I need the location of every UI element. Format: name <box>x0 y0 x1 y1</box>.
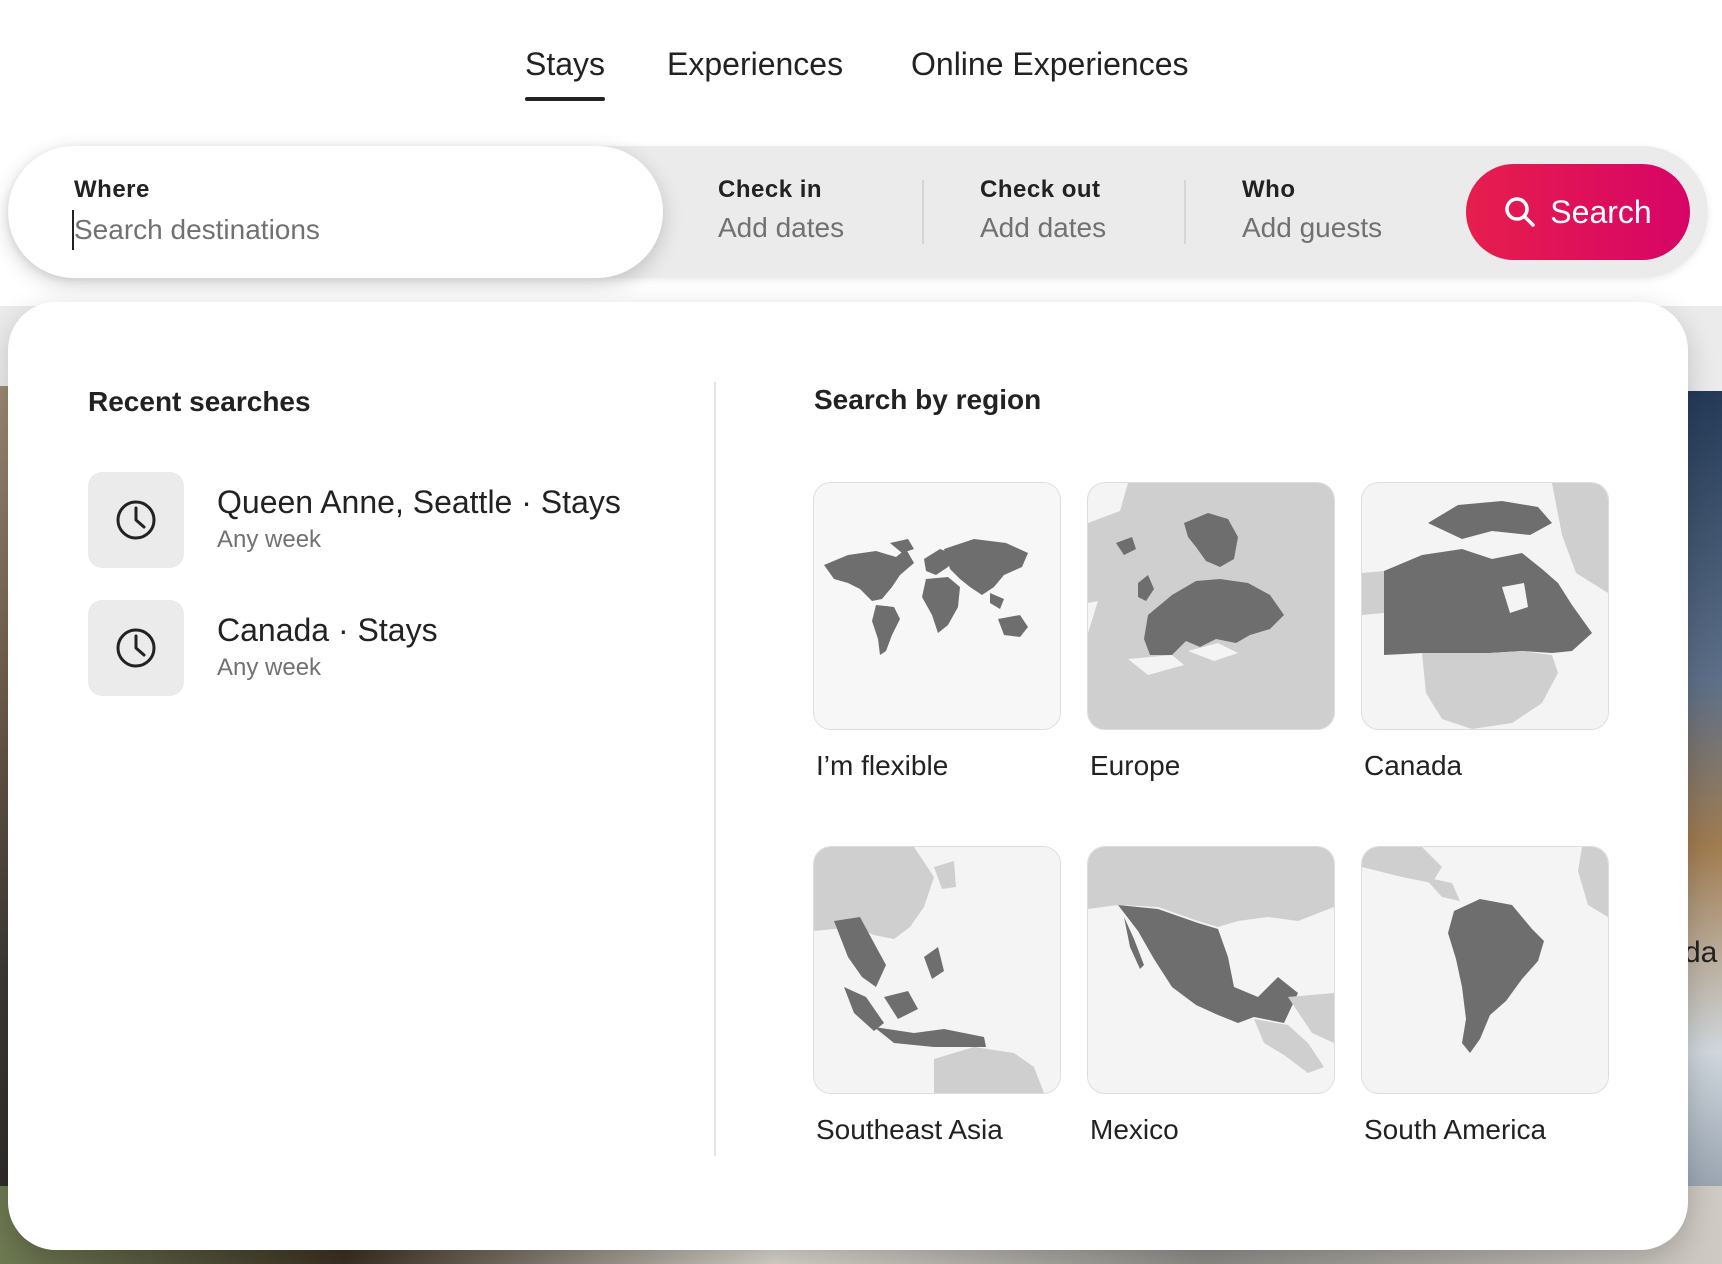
search-button-label: Search <box>1550 193 1652 230</box>
region-card-europe[interactable]: Europe <box>1087 482 1335 782</box>
region-card-mexico[interactable]: Mexico <box>1087 846 1335 1146</box>
world-map-icon <box>813 482 1061 730</box>
check-in-value: Add dates <box>718 212 845 243</box>
where-label: Where <box>74 176 150 203</box>
panel-divider <box>714 382 716 1156</box>
search-bar: Where Check in Add dates Check out Add d… <box>8 146 1708 278</box>
europe-map-icon <box>1087 482 1335 730</box>
search-button[interactable]: Search <box>1466 164 1690 260</box>
listing-title-partial: da <box>1684 936 1718 969</box>
region-card-southeast-asia[interactable]: Southeast Asia <box>813 846 1061 1146</box>
tab-stays[interactable]: Stays <box>525 46 606 101</box>
region-label: Southeast Asia <box>816 1114 1003 1145</box>
who-label: Who <box>1242 176 1296 203</box>
check-out-value: Add dates <box>980 212 1107 243</box>
region-label: Europe <box>1090 750 1181 781</box>
recent-search-date: Any week <box>217 526 322 553</box>
region-label: South America <box>1364 1114 1547 1145</box>
recent-search-label: Canada · Stays <box>217 612 438 648</box>
search-icon <box>1504 196 1536 228</box>
who-value: Add guests <box>1242 212 1383 243</box>
check-in-field[interactable]: Check in Add dates <box>698 146 928 278</box>
tab-online-experiences[interactable]: Online Experiences <box>911 46 1188 83</box>
check-in-label: Check in <box>718 176 823 203</box>
region-card-canada[interactable]: Canada <box>1361 482 1609 782</box>
field-divider <box>922 180 924 244</box>
field-divider <box>1184 180 1186 244</box>
southeast-asia-map-icon <box>813 846 1061 1094</box>
region-card-flexible[interactable]: I’m flexible <box>813 482 1061 782</box>
region-label: Canada <box>1364 750 1463 781</box>
search-destinations-input[interactable] <box>72 210 594 250</box>
clock-icon <box>88 472 184 568</box>
canada-map-icon <box>1361 482 1609 730</box>
search-type-tabs: Stays Experiences Online Experiences <box>0 40 1722 110</box>
who-field[interactable]: Who Add guests <box>1222 146 1442 278</box>
recent-searches-title: Recent searches <box>88 386 311 417</box>
region-label: I’m flexible <box>816 750 949 781</box>
where-field[interactable]: Where <box>8 146 663 278</box>
clock-icon <box>88 600 184 696</box>
destination-dropdown: Recent searches Queen Anne, Seattle · St… <box>8 302 1688 1250</box>
south-america-map-icon <box>1361 846 1609 1094</box>
check-out-field[interactable]: Check out Add dates <box>960 146 1190 278</box>
check-out-label: Check out <box>980 176 1101 203</box>
recent-search-item[interactable]: Queen Anne, Seattle · Stays Any week <box>88 472 688 570</box>
region-label: Mexico <box>1090 1114 1179 1145</box>
region-card-south-america[interactable]: South America <box>1361 846 1609 1146</box>
mexico-map-icon <box>1087 846 1335 1094</box>
tab-experiences[interactable]: Experiences <box>667 46 843 83</box>
recent-search-item[interactable]: Canada · Stays Any week <box>88 600 688 698</box>
search-by-region-title: Search by region <box>814 384 1042 415</box>
recent-search-label: Queen Anne, Seattle · Stays <box>217 484 621 520</box>
recent-search-date: Any week <box>217 654 322 681</box>
